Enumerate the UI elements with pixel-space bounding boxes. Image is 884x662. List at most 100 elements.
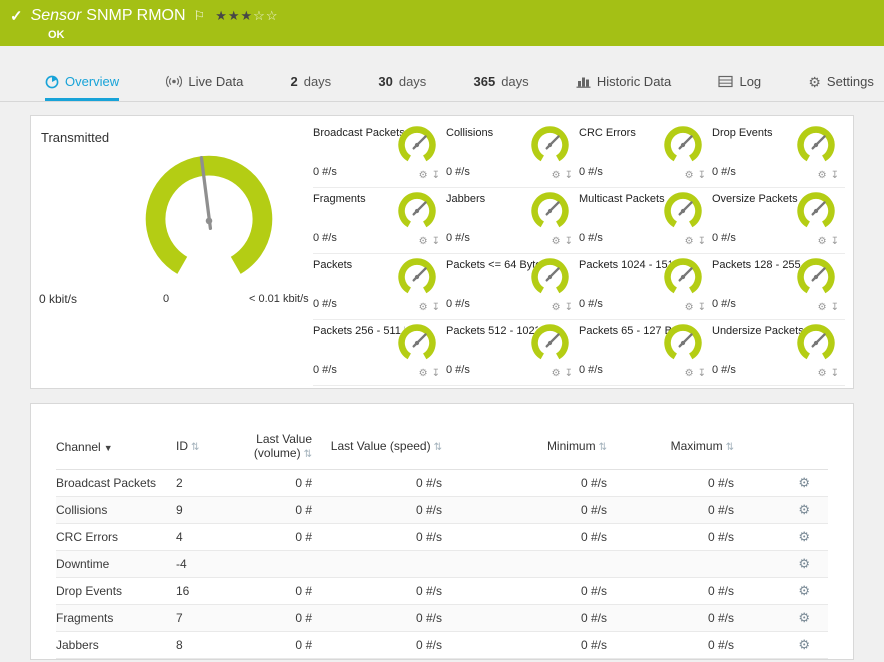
download-icon[interactable]: ↧ <box>565 170 573 181</box>
channel-gauge[interactable]: Fragments 0 #/s ⚙ ↧ <box>313 188 446 254</box>
col-header-last-value-volume[interactable]: Last Value (volume) ⇅ <box>234 426 326 471</box>
channel-gauge[interactable]: Jabbers 0 #/s ⚙ ↧ <box>446 188 579 254</box>
download-icon[interactable]: ↧ <box>831 368 839 379</box>
gear-icon[interactable]: ⚙ <box>818 302 827 313</box>
sort-icon: ⇅ <box>725 442 734 454</box>
download-icon[interactable]: ↧ <box>432 170 440 181</box>
col-header-actions <box>748 426 828 471</box>
download-icon[interactable]: ↧ <box>565 236 573 247</box>
channel-gauge[interactable]: Multicast Packets 0 #/s ⚙ ↧ <box>579 188 712 254</box>
download-icon[interactable]: ↧ <box>831 236 839 247</box>
channel-gauge[interactable]: Packets 65 - 127 Bytes 0 #/s ⚙ ↧ <box>579 320 712 386</box>
col-header-minimum[interactable]: Minimum ⇅ <box>456 426 621 471</box>
cell-last-value-speed: 0 #/s <box>326 523 456 552</box>
cell-last-value-volume: 0 # <box>234 604 326 633</box>
gear-icon[interactable]: ⚙ <box>685 368 694 379</box>
cell-last-value-speed <box>326 550 456 579</box>
download-icon[interactable]: ↧ <box>831 302 839 313</box>
download-icon[interactable]: ↧ <box>698 236 706 247</box>
table-row[interactable]: Collisions 9 0 # 0 #/s 0 #/s 0 #/s ⚙ <box>56 496 828 525</box>
stars-empty[interactable]: ☆☆ <box>253 8 278 23</box>
cell-maximum: 0 #/s <box>621 469 748 498</box>
gear-icon[interactable]: ⚙ <box>685 236 694 247</box>
table-row[interactable]: Jabbers 8 0 # 0 #/s 0 #/s 0 #/s ⚙ <box>56 631 828 660</box>
channel-gauge[interactable]: Collisions 0 #/s ⚙ ↧ <box>446 122 579 188</box>
table-row[interactable]: Drop Events 16 0 # 0 #/s 0 #/s 0 #/s ⚙ <box>56 577 828 606</box>
sort-icon: ⇅ <box>303 449 312 461</box>
channel-gauge[interactable]: Packets 256 - 511 Bytes 0 #/s ⚙ ↧ <box>313 320 446 386</box>
channel-gauge[interactable]: Oversize Packets 0 #/s ⚙ ↧ <box>712 188 845 254</box>
channel-gauge[interactable]: Packets 128 - 255 Bytes 0 #/s ⚙ ↧ <box>712 254 845 320</box>
table-row[interactable]: Fragments 7 0 # 0 #/s 0 #/s 0 #/s ⚙ <box>56 604 828 633</box>
cell-actions: ⚙ <box>748 550 828 579</box>
channel-settings-icon[interactable]: ⚙ <box>798 529 810 544</box>
tab-365-days-unit: days <box>501 74 529 89</box>
gear-icon[interactable]: ⚙ <box>419 170 428 181</box>
gear-icon[interactable]: ⚙ <box>552 302 561 313</box>
channel-settings-icon[interactable]: ⚙ <box>798 610 810 625</box>
tab-30-days[interactable]: 30 days <box>378 74 426 101</box>
download-icon[interactable]: ↧ <box>698 170 706 181</box>
channel-gauge[interactable]: Packets 0 #/s ⚙ ↧ <box>313 254 446 320</box>
gear-icon[interactable]: ⚙ <box>685 302 694 313</box>
download-icon[interactable]: ↧ <box>565 302 573 313</box>
gear-icon[interactable]: ⚙ <box>552 236 561 247</box>
gear-icon[interactable]: ⚙ <box>818 368 827 379</box>
download-icon[interactable]: ↧ <box>698 368 706 379</box>
channel-settings-icon[interactable]: ⚙ <box>798 637 810 652</box>
gear-icon[interactable]: ⚙ <box>419 236 428 247</box>
priority-stars[interactable]: ★★★☆☆ <box>215 8 278 24</box>
channel-gauge[interactable]: Undersize Packets 0 #/s ⚙ ↧ <box>712 320 845 386</box>
gear-icon[interactable]: ⚙ <box>818 236 827 247</box>
channel-gauge[interactable]: Packets 1024 - 1518 B... 0 #/s ⚙ ↧ <box>579 254 712 320</box>
gear-icon[interactable]: ⚙ <box>685 170 694 181</box>
download-icon[interactable]: ↧ <box>432 368 440 379</box>
download-icon[interactable]: ↧ <box>565 368 573 379</box>
table-row[interactable]: Downtime -4 ⚙ <box>56 550 828 579</box>
tab-historic-data[interactable]: Historic Data <box>576 74 671 101</box>
tab-live-data[interactable]: Live Data <box>166 74 243 101</box>
channel-settings-icon[interactable]: ⚙ <box>798 583 810 598</box>
channel-gauge-value: 0 #/s <box>446 364 470 376</box>
gauge-dial-icon <box>398 324 436 362</box>
col-header-id[interactable]: ID ⇅ <box>176 426 234 471</box>
channel-settings-icon[interactable]: ⚙ <box>798 556 810 571</box>
cell-last-value-volume: 0 # <box>234 631 326 660</box>
channel-gauge-value: 0 #/s <box>579 232 603 244</box>
tab-2-days[interactable]: 2 days <box>290 74 331 101</box>
channel-gauge[interactable]: Packets 512 - 1023 Byt... 0 #/s ⚙ ↧ <box>446 320 579 386</box>
tab-live-data-label: Live Data <box>188 74 244 89</box>
flag-icon[interactable]: ⚐ <box>194 8 206 24</box>
channel-gauge[interactable]: Packets <= 64 Byte 0 #/s ⚙ ↧ <box>446 254 579 320</box>
col-header-maximum[interactable]: Maximum ⇅ <box>621 426 748 471</box>
tab-settings[interactable]: ⚙ Settings <box>808 74 874 101</box>
channel-settings-icon[interactable]: ⚙ <box>798 475 810 490</box>
tab-historic-data-label: Historic Data <box>596 74 672 89</box>
channel-gauge-title: Jabbers <box>446 193 486 205</box>
download-icon[interactable]: ↧ <box>831 170 839 181</box>
status-badge: OK <box>48 29 65 41</box>
gear-icon[interactable]: ⚙ <box>552 170 561 181</box>
download-icon[interactable]: ↧ <box>432 236 440 247</box>
col-header-channel[interactable]: Channel ▼ <box>56 426 176 471</box>
gear-icon[interactable]: ⚙ <box>552 368 561 379</box>
tab-365-days[interactable]: 365 days <box>474 74 529 101</box>
channel-gauge[interactable]: CRC Errors 0 #/s ⚙ ↧ <box>579 122 712 188</box>
table-row[interactable]: CRC Errors 4 0 # 0 #/s 0 #/s 0 #/s ⚙ <box>56 523 828 552</box>
tab-log[interactable]: Log <box>718 74 761 101</box>
channel-gauge-value: 0 #/s <box>313 232 337 244</box>
download-icon[interactable]: ↧ <box>698 302 706 313</box>
tab-2-days-unit: days <box>303 74 332 89</box>
gear-icon[interactable]: ⚙ <box>419 368 428 379</box>
channel-gauge[interactable]: Drop Events 0 #/s ⚙ ↧ <box>712 122 845 188</box>
stars-filled[interactable]: ★★★ <box>215 8 253 23</box>
gear-icon[interactable]: ⚙ <box>419 302 428 313</box>
table-row[interactable]: Broadcast Packets 2 0 # 0 #/s 0 #/s 0 #/… <box>56 469 828 498</box>
col-header-last-value-speed[interactable]: Last Value (speed) ⇅ <box>326 426 456 471</box>
download-icon[interactable]: ↧ <box>432 302 440 313</box>
tab-overview[interactable]: Overview <box>45 74 120 101</box>
tab-30-days-unit: days <box>398 74 427 89</box>
channel-gauge[interactable]: Broadcast Packets 0 #/s ⚙ ↧ <box>313 122 446 188</box>
gear-icon[interactable]: ⚙ <box>818 170 827 181</box>
channel-settings-icon[interactable]: ⚙ <box>798 502 810 517</box>
